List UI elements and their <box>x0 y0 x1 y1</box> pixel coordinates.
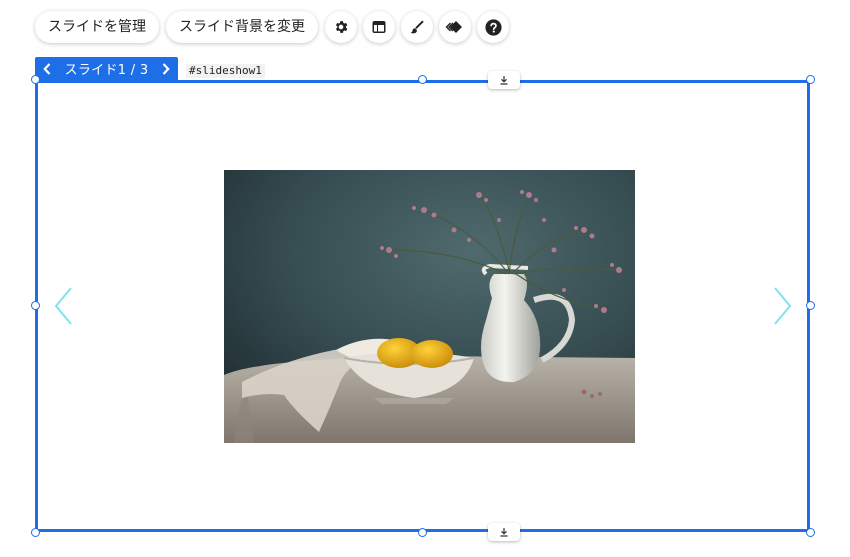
help-button[interactable] <box>477 11 509 43</box>
resize-handle-top-left[interactable] <box>31 75 40 84</box>
resize-handle-bottom-left[interactable] <box>31 528 40 537</box>
help-icon <box>484 18 502 36</box>
chevron-right-icon <box>162 62 170 75</box>
brush-icon <box>410 20 424 34</box>
settings-button[interactable] <box>325 11 357 43</box>
download-arrow-icon <box>500 528 508 537</box>
editor-toolbar: スライドを管理 スライド背景を変更 <box>35 11 515 43</box>
resize-handle-left[interactable] <box>31 301 40 310</box>
animation-button[interactable] <box>439 11 471 43</box>
gear-icon <box>335 21 348 33</box>
layout-icon <box>372 21 386 33</box>
resize-handle-bottom-right[interactable] <box>806 528 815 537</box>
animation-icon <box>445 21 462 33</box>
top-anchor-button[interactable] <box>488 71 520 89</box>
slide-image[interactable] <box>224 170 635 443</box>
design-button[interactable] <box>401 11 433 43</box>
download-arrow-icon <box>500 76 508 85</box>
bottom-anchor-button[interactable] <box>488 523 520 541</box>
change-slide-background-button[interactable]: スライド背景を変更 <box>166 11 318 43</box>
still-life-photo <box>224 170 635 443</box>
chevron-left-icon <box>43 62 51 75</box>
resize-handle-top-right[interactable] <box>806 75 815 84</box>
layout-button[interactable] <box>363 11 395 43</box>
resize-handle-bottom[interactable] <box>418 528 427 537</box>
previous-slide-button[interactable] <box>39 60 55 78</box>
resize-handle-right[interactable] <box>806 301 815 310</box>
slide-counter: スライド1 / 3 <box>64 63 149 78</box>
slideshow-next-arrow[interactable] <box>770 286 794 326</box>
next-slide-button[interactable] <box>158 60 174 78</box>
element-id-label: #slideshow1 <box>186 64 265 78</box>
manage-slides-button[interactable]: スライドを管理 <box>35 11 159 43</box>
resize-handle-top[interactable] <box>418 75 427 84</box>
slide-navigator: スライド1 / 3 <box>35 57 178 80</box>
slideshow-prev-arrow[interactable] <box>52 286 76 326</box>
